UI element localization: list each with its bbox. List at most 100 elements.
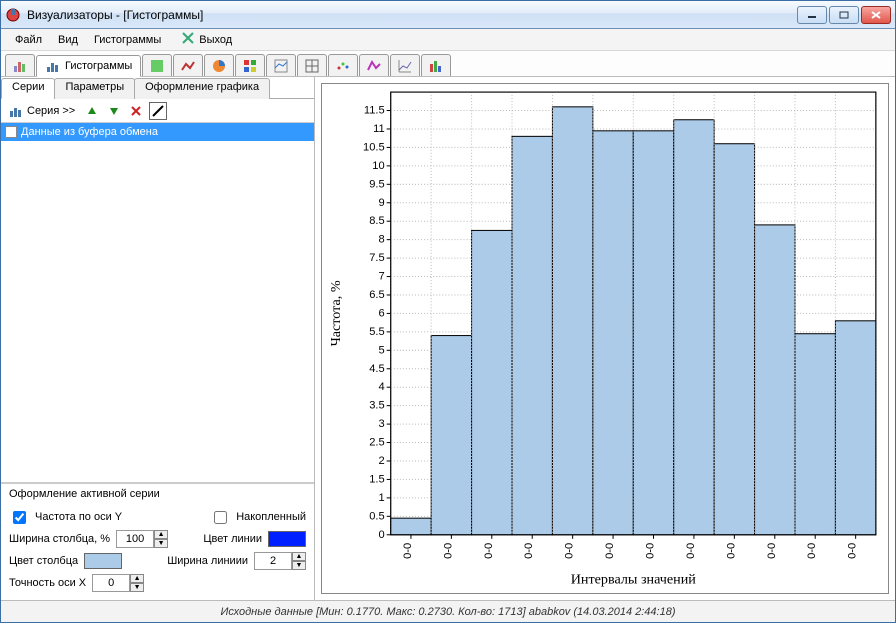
series-toolbar: Серия >> (1, 99, 314, 123)
line-color-picker[interactable] (268, 531, 306, 547)
viewtab-9[interactable] (359, 54, 389, 76)
freq-y-input[interactable] (13, 511, 26, 524)
line-width-label: Ширина линиии (167, 555, 248, 567)
svg-text:0.5: 0.5 (369, 510, 384, 522)
spin-up-icon[interactable]: ▲ (154, 530, 168, 539)
svg-text:Интервалы значений: Интервалы значений (571, 571, 697, 587)
viewtab-3[interactable] (173, 54, 203, 76)
minimize-button[interactable] (797, 6, 827, 24)
svg-text:11: 11 (373, 123, 385, 135)
accum-label: Накопленный (236, 511, 306, 523)
viewtab-4[interactable] (204, 54, 234, 76)
viewtab-11[interactable] (421, 54, 451, 76)
line-color-label: Цвет линии (203, 533, 262, 545)
svg-text:9: 9 (378, 197, 384, 209)
series-icon (9, 104, 23, 118)
bar-width-spinner[interactable]: ▲▼ (116, 530, 168, 548)
svg-text:3.5: 3.5 (369, 400, 384, 412)
tab-params[interactable]: Параметры (54, 78, 135, 99)
tab-series[interactable]: Серии (1, 78, 55, 99)
series-item-label: Данные из буфера обмена (21, 126, 158, 138)
menu-exit-label: Выход (199, 34, 232, 46)
svg-text:0-0: 0-0 (847, 543, 859, 559)
line-width-spinner[interactable]: ▲▼ (254, 552, 306, 570)
prec-x-spinner[interactable]: ▲▼ (92, 574, 144, 592)
series-menu-label: Серия >> (27, 105, 75, 117)
svg-text:1.5: 1.5 (369, 473, 384, 485)
close-button[interactable] (861, 6, 891, 24)
svg-text:0-0: 0-0 (442, 543, 454, 559)
viewtab-histograms[interactable]: Гистограммы (36, 55, 141, 77)
active-series-form: Оформление активной серии Частота по оси… (1, 483, 314, 600)
delete-series-button[interactable] (127, 102, 145, 120)
accum-input[interactable] (214, 511, 227, 524)
form-title: Оформление активной серии (9, 488, 306, 500)
exit-icon (181, 31, 195, 48)
series-checkbox[interactable] (5, 126, 17, 138)
move-up-button[interactable] (83, 102, 101, 120)
svg-text:7.5: 7.5 (369, 252, 384, 264)
viewtab-5[interactable] (235, 54, 265, 76)
spin-up-icon[interactable]: ▲ (130, 574, 144, 583)
viewtab-6[interactable] (266, 54, 296, 76)
app-icon (5, 7, 21, 23)
main-area: Серии Параметры Оформление графика Серия… (1, 77, 895, 600)
spin-up-icon[interactable]: ▲ (292, 552, 306, 561)
freq-y-checkbox[interactable]: Частота по оси Y (9, 506, 122, 528)
spin-down-icon[interactable]: ▼ (292, 561, 306, 570)
spin-down-icon[interactable]: ▼ (154, 539, 168, 548)
status-text: Исходные данные [Мин: 0.1770. Макс: 0.27… (220, 606, 675, 618)
svg-text:0-0: 0-0 (604, 543, 616, 559)
svg-text:0-0: 0-0 (402, 543, 414, 559)
viewtab-7[interactable] (297, 54, 327, 76)
menu-file[interactable]: Файл (7, 32, 50, 48)
prec-x-input[interactable] (92, 574, 130, 592)
svg-text:0: 0 (378, 529, 384, 541)
svg-text:0-0: 0-0 (806, 543, 818, 559)
series-list[interactable]: Данные из буфера обмена (1, 123, 314, 483)
bar-color-picker[interactable] (84, 553, 122, 569)
tab-styling[interactable]: Оформление графика (134, 78, 270, 99)
status-bar: Исходные данные [Мин: 0.1770. Макс: 0.27… (1, 600, 895, 622)
accum-checkbox[interactable]: Накопленный (210, 506, 306, 528)
line-width-input[interactable] (254, 552, 292, 570)
svg-text:10: 10 (372, 160, 384, 172)
viewtab-10[interactable] (390, 54, 420, 76)
svg-text:6: 6 (378, 307, 384, 319)
maximize-button[interactable] (829, 6, 859, 24)
chart-frame: 00.511.522.533.544.555.566.577.588.599.5… (321, 83, 889, 594)
svg-text:7: 7 (378, 271, 384, 283)
svg-text:4.5: 4.5 (369, 363, 384, 375)
inner-tabs: Серии Параметры Оформление графика (1, 77, 314, 99)
app-window: Визуализаторы - [Гистограммы] Файл Вид Г… (0, 0, 896, 623)
menu-exit[interactable]: Выход (173, 29, 240, 50)
menu-histograms[interactable]: Гистограммы (86, 32, 169, 48)
svg-text:5: 5 (378, 344, 384, 356)
titlebar: Визуализаторы - [Гистограммы] (1, 1, 895, 29)
toggle-series-button[interactable] (149, 102, 167, 120)
svg-text:0-0: 0-0 (564, 543, 576, 559)
svg-text:9.5: 9.5 (369, 178, 384, 190)
spin-down-icon[interactable]: ▼ (130, 583, 144, 592)
svg-text:0-0: 0-0 (483, 543, 495, 559)
window-title: Визуализаторы - [Гистограммы] (27, 8, 797, 22)
move-down-button[interactable] (105, 102, 123, 120)
prec-x-label: Точность оси X (9, 577, 86, 589)
bar-width-input[interactable] (116, 530, 154, 548)
series-menu-button[interactable]: Серия >> (5, 104, 79, 118)
svg-text:8.5: 8.5 (369, 215, 384, 227)
svg-text:0-0: 0-0 (766, 543, 778, 559)
menu-view[interactable]: Вид (50, 32, 86, 48)
viewtab-label: Гистограммы (65, 60, 132, 72)
svg-text:3: 3 (378, 418, 384, 430)
series-list-item[interactable]: Данные из буфера обмена (1, 123, 314, 141)
svg-text:Частота, %: Частота, % (328, 280, 344, 346)
viewtab-0[interactable] (5, 54, 35, 76)
viewtab-2[interactable] (142, 54, 172, 76)
svg-text:0-0: 0-0 (725, 543, 737, 559)
svg-text:4: 4 (378, 381, 384, 393)
viewtab-8[interactable] (328, 54, 358, 76)
svg-text:0-0: 0-0 (685, 543, 697, 559)
svg-text:6.5: 6.5 (369, 289, 384, 301)
freq-y-label: Частота по оси Y (35, 511, 122, 523)
